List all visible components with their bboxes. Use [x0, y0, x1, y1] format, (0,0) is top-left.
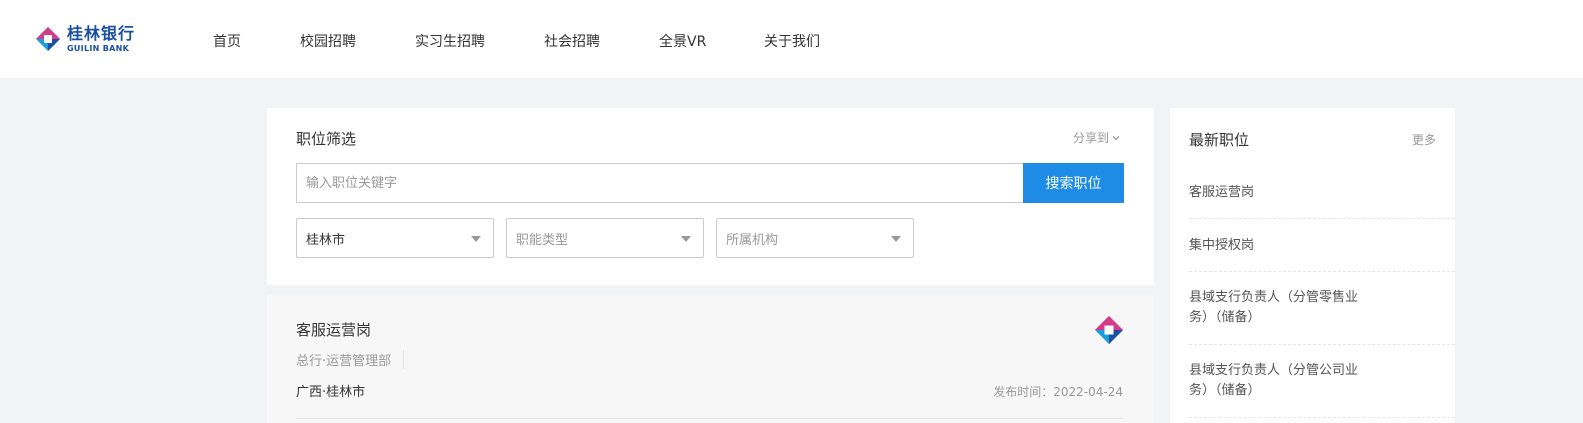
job-filter-panel: 职位筛选 分享到 搜索职位 桂林市 职能类型 所属机构 — [267, 108, 1154, 285]
function-type-select[interactable]: 职能类型 — [506, 218, 704, 258]
brand-name-cn: 桂林银行 — [67, 23, 136, 43]
latest-job-item[interactable]: 县域支行负责人（分管零售业务）（储备） — [1189, 272, 1455, 345]
brand-name-en: GUILIN BANK — [67, 43, 130, 53]
latest-job-item[interactable]: 客服运营岗 — [1189, 166, 1455, 219]
nav-social-recruit[interactable]: 社会招聘 — [544, 31, 600, 51]
job-keyword-search-input[interactable] — [296, 163, 1024, 203]
caret-down-icon — [681, 236, 691, 242]
top-header: 桂林银行 GUILIN BANK 首页 校园招聘 实习生招聘 社会招聘 全景VR… — [0, 0, 1583, 78]
latest-job-item[interactable]: 县域支行负责人（分管公司业务）（储备） — [1189, 345, 1455, 418]
job-department: 总行·运营管理部 — [296, 350, 405, 369]
organization-select[interactable]: 所属机构 — [716, 218, 914, 258]
nav-about-us[interactable]: 关于我们 — [764, 31, 820, 51]
latest-jobs-list: 客服运营岗 集中授权岗 县域支行负责人（分管零售业务）（储备） 县域支行负责人（… — [1189, 166, 1455, 418]
sidebar-title: 最新职位 — [1189, 131, 1250, 149]
brand-text: 桂林银行 GUILIN BANK — [67, 23, 136, 53]
share-dropdown[interactable]: 分享到 — [1073, 129, 1120, 146]
latest-job-item[interactable]: 集中授权岗 — [1189, 219, 1455, 272]
caret-down-icon — [471, 236, 481, 242]
nav-intern-recruit[interactable]: 实习生招聘 — [415, 31, 485, 51]
guilin-bank-logo-icon — [1094, 315, 1124, 345]
nav-campus-recruit[interactable]: 校园招聘 — [300, 31, 356, 51]
caret-down-icon — [891, 236, 901, 242]
job-publish-date: 发布时间：2022-04-24 — [993, 385, 1123, 399]
city-select[interactable]: 桂林市 — [296, 218, 494, 258]
job-title[interactable]: 客服运营岗 — [296, 319, 371, 340]
share-label: 分享到 — [1072, 131, 1109, 145]
chevron-down-icon — [1112, 135, 1120, 140]
filter-title: 职位筛选 — [296, 130, 357, 148]
function-type-select-placeholder: 职能类型 — [516, 232, 569, 248]
latest-jobs-sidebar: 最新职位 更多 客服运营岗 集中授权岗 县域支行负责人（分管零售业务）（储备） … — [1170, 108, 1455, 423]
nav-panorama-vr[interactable]: 全景VR — [659, 31, 706, 51]
search-jobs-button[interactable]: 搜索职位 — [1023, 163, 1124, 203]
job-location: 广西·桂林市 — [296, 385, 366, 400]
more-link[interactable]: 更多 — [1412, 131, 1436, 148]
job-list-item[interactable]: 客服运营岗 总行·运营管理部 广西·桂林市 发布时间：2022-04-24 — [267, 295, 1154, 423]
guilin-bank-logo-icon — [35, 26, 61, 52]
city-select-value: 桂林市 — [306, 232, 346, 248]
divider — [296, 418, 1123, 419]
brand-logo[interactable]: 桂林银行 GUILIN BANK — [35, 24, 135, 54]
organization-select-placeholder: 所属机构 — [726, 232, 779, 248]
nav-home[interactable]: 首页 — [213, 31, 241, 51]
